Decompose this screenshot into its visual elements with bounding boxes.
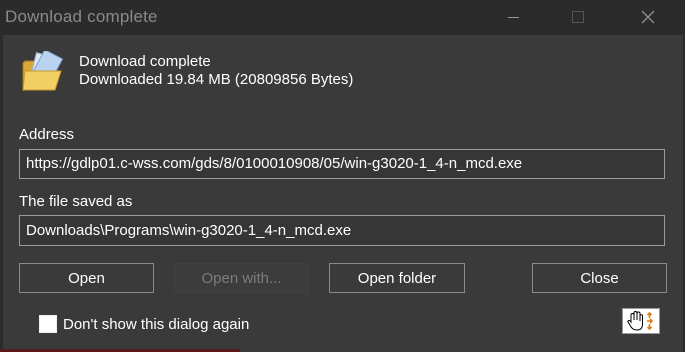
- open-folder-icon: [22, 51, 64, 91]
- close-icon: [641, 10, 655, 24]
- open-button[interactable]: Open: [19, 263, 154, 293]
- window-title: Download complete: [5, 7, 158, 26]
- dont-show-label[interactable]: Don't show this dialog again: [63, 316, 249, 333]
- address-label: Address: [19, 126, 75, 143]
- hand-move-icon: [627, 310, 654, 331]
- address-field[interactable]: https://gdlp01.c-wss.com/gds/8/010001090…: [19, 149, 665, 179]
- saved-as-label: The file saved as: [19, 193, 133, 210]
- open-with-button[interactable]: Open with...: [174, 263, 309, 293]
- close-window-button[interactable]: [625, 0, 671, 34]
- minimize-button[interactable]: [490, 0, 536, 34]
- close-button[interactable]: Close: [532, 263, 667, 293]
- dont-show-checkbox[interactable]: [39, 315, 57, 333]
- minimize-icon: [507, 16, 519, 18]
- saved-path-field[interactable]: Downloads\Programs\win-g3020-1_4-n_mcd.e…: [19, 215, 665, 246]
- hand-move-button[interactable]: [622, 308, 660, 334]
- download-size: Downloaded 19.84 MB (20809856 Bytes): [79, 71, 354, 88]
- dialog-body: Download complete Downloaded 19.84 MB (2…: [3, 35, 683, 352]
- maximize-icon: [572, 11, 584, 23]
- header-title: Download complete: [79, 53, 211, 70]
- maximize-button[interactable]: [555, 0, 601, 34]
- open-folder-button[interactable]: Open folder: [329, 263, 465, 293]
- title-bar[interactable]: Download complete: [0, 0, 685, 34]
